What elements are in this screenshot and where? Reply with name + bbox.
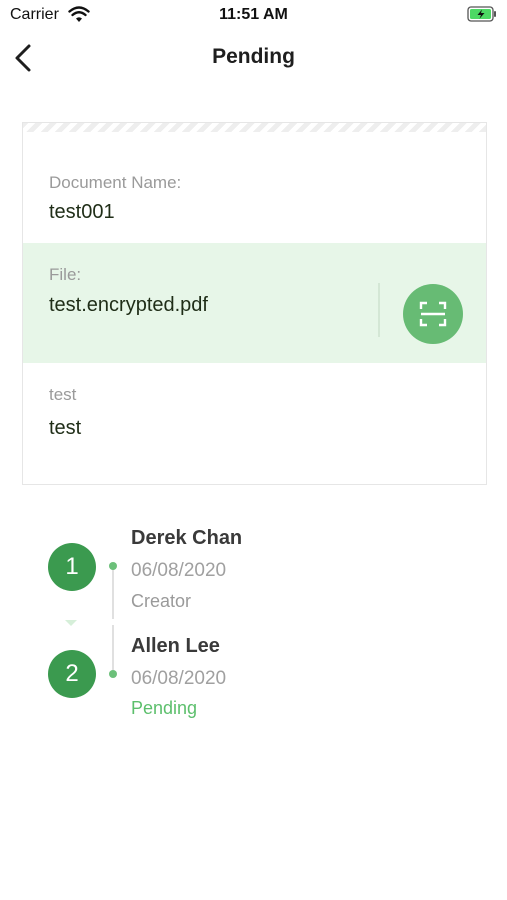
- file-field: File: test.encrypted.pdf: [23, 243, 486, 363]
- file-value[interactable]: test.encrypted.pdf: [49, 294, 208, 317]
- status-bar: Carrier 11:51 AM: [0, 0, 507, 30]
- battery-charging-icon: [467, 6, 497, 22]
- clock: 11:51 AM: [219, 6, 288, 23]
- document-name-label: Document Name:: [49, 173, 182, 192]
- document-card: Document Name: test001 File: test.encryp…: [22, 122, 487, 485]
- scan-icon: [419, 301, 447, 327]
- entry-2-status: Pending: [131, 698, 198, 718]
- entry-2-date: 06/08/2020: [131, 668, 227, 689]
- step-1-badge: 1: [48, 543, 96, 591]
- card-stripe-decoration: [23, 123, 486, 132]
- extra-label: test: [49, 385, 77, 404]
- file-label: File:: [49, 265, 82, 284]
- document-name-field: Document Name: test001: [23, 153, 486, 243]
- timeline-dot: [109, 670, 117, 678]
- arrow-down-icon: [65, 620, 77, 626]
- approval-timeline: 1 2 Derek Chan 06/08/2020 Creator Allen …: [0, 510, 507, 730]
- entry-2-name: Allen Lee: [131, 635, 220, 657]
- extra-field: test test: [23, 363, 486, 484]
- nav-bar: Pending: [0, 30, 507, 86]
- document-name-value: test001: [49, 201, 115, 223]
- file-divider: [378, 283, 380, 337]
- timeline-dot: [109, 562, 117, 570]
- page-title: Pending: [212, 45, 295, 68]
- extra-value: test: [49, 417, 82, 439]
- timeline-connector: [112, 563, 114, 619]
- scan-button[interactable]: [403, 284, 463, 344]
- entry-1-name: Derek Chan: [131, 527, 243, 549]
- timeline-connector: [112, 625, 114, 670]
- entry-1-status: Creator: [131, 591, 192, 611]
- entry-1-date: 06/08/2020: [131, 560, 227, 581]
- step-2-badge: 2: [48, 650, 96, 698]
